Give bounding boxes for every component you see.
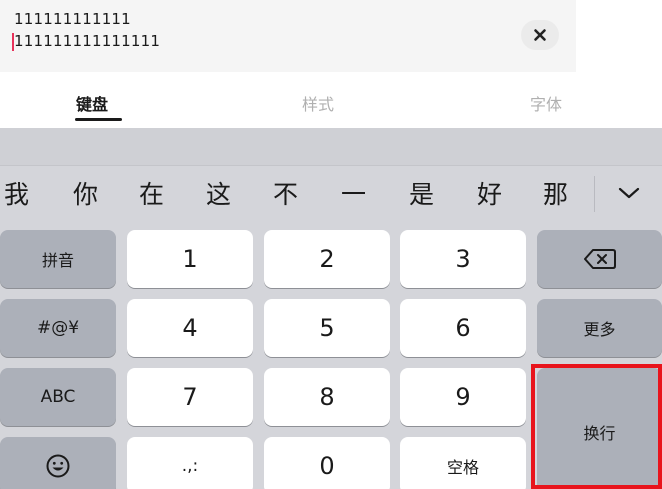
symbols-key[interactable]: #@¥ <box>0 299 116 357</box>
input-text-line-2: 111111111111111 <box>14 32 161 50</box>
key-label: .,: <box>181 456 199 476</box>
more-key[interactable]: 更多 <box>537 299 662 357</box>
emoji-key[interactable] <box>0 437 116 489</box>
space-key[interactable]: 空格 <box>400 437 526 489</box>
clear-input-button[interactable] <box>521 20 559 50</box>
digit-key[interactable]: 8 <box>264 368 390 426</box>
candidate-word[interactable]: 是 <box>409 180 434 210</box>
emoji-icon <box>46 454 70 478</box>
candidate-word[interactable]: 我 <box>4 180 29 210</box>
digit-key[interactable]: 0 <box>264 437 390 489</box>
digit-key[interactable]: 2 <box>264 230 390 288</box>
key-label: 换行 <box>583 423 616 443</box>
active-tab-indicator <box>75 118 122 121</box>
candidate-word[interactable]: 一 <box>341 180 366 210</box>
pinyin-key[interactable]: 拼音 <box>0 230 116 288</box>
digit-key[interactable]: 9 <box>400 368 526 426</box>
keyboard: 我 你 在 这 不 一 是 好 那 拼音 #@¥ ABC 1 2 3 4 5 6… <box>0 128 662 489</box>
keyboard-toolbar <box>0 128 662 166</box>
tab-style[interactable]: 样式 <box>302 91 334 115</box>
key-label: ABC <box>40 387 76 407</box>
enter-key[interactable]: 换行 <box>537 368 662 489</box>
candidate-word[interactable]: 在 <box>139 180 164 210</box>
close-icon <box>534 29 546 41</box>
key-label: 6 <box>455 314 471 342</box>
candidate-word[interactable]: 不 <box>273 180 298 210</box>
blank-pane <box>576 0 662 72</box>
key-label: 5 <box>319 314 335 342</box>
key-label: 7 <box>182 383 198 411</box>
tab-font[interactable]: 字体 <box>530 91 562 115</box>
key-label: 8 <box>319 383 335 411</box>
candidate-divider <box>594 176 595 212</box>
digit-key[interactable]: 3 <box>400 230 526 288</box>
key-label: 2 <box>319 245 335 273</box>
backspace-icon <box>583 249 616 269</box>
key-label: 9 <box>455 383 471 411</box>
digit-key[interactable]: 6 <box>400 299 526 357</box>
digit-key[interactable]: 5 <box>264 299 390 357</box>
text-input-area[interactable]: 111111111111 111111111111111 <box>0 0 576 72</box>
digit-key[interactable]: 1 <box>127 230 253 288</box>
candidate-bar: 我 你 在 这 不 一 是 好 那 <box>0 166 662 222</box>
chevron-down-icon <box>618 187 640 199</box>
candidate-word[interactable]: 你 <box>73 180 98 210</box>
key-label: 3 <box>455 245 471 273</box>
tab-keyboard[interactable]: 键盘 <box>76 91 108 115</box>
collapse-candidates-button[interactable] <box>606 178 652 208</box>
punctuation-key[interactable]: .,: <box>127 437 253 489</box>
backspace-key[interactable] <box>537 230 662 288</box>
digit-key[interactable]: 4 <box>127 299 253 357</box>
key-label: 拼音 <box>41 251 74 270</box>
candidate-word[interactable]: 这 <box>206 180 231 210</box>
settings-tabs: 键盘 样式 字体 <box>0 72 662 128</box>
candidate-word[interactable]: 那 <box>543 180 568 210</box>
key-label: 0 <box>319 452 335 480</box>
abc-key[interactable]: ABC <box>0 368 116 426</box>
input-text-line-1: 111111111111 <box>14 10 131 28</box>
key-label: 4 <box>182 314 198 342</box>
key-label: #@¥ <box>36 318 80 338</box>
key-label: 1 <box>182 245 198 273</box>
digit-key[interactable]: 7 <box>127 368 253 426</box>
key-label: 空格 <box>446 458 479 477</box>
key-label: 更多 <box>583 320 616 339</box>
candidate-word[interactable]: 好 <box>477 180 502 210</box>
